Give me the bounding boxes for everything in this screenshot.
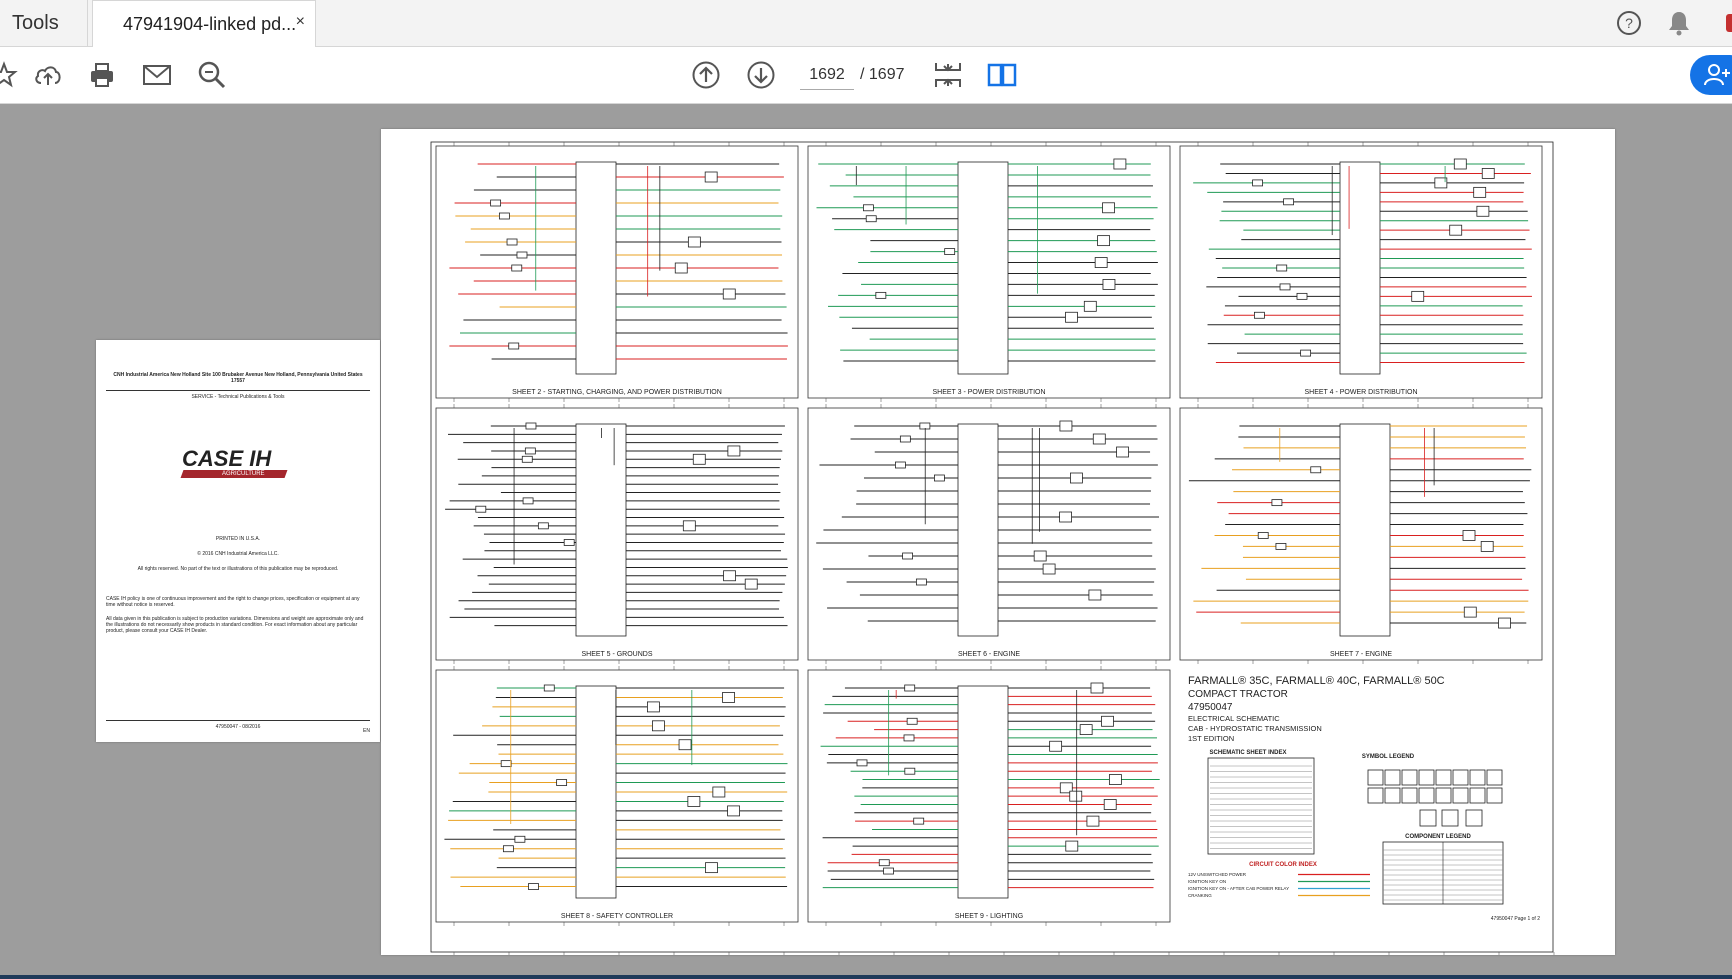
title-block-text: CAB - HYDROSTATIC TRANSMISSION [1188,724,1322,733]
tab-document[interactable]: 47941904-linked pd... × [92,0,316,47]
circuit-label: IGNITION KEY ON [1188,879,1226,884]
toolbar: 1692 / 1697 [0,47,1732,104]
sheet-index-title: SCHEMATIC SHEET INDEX [1210,750,1287,756]
circuit-index-title: CIRCUIT COLOR INDEX [1249,862,1317,868]
page-up-icon[interactable] [690,59,722,91]
symbol-legend-title: SYMBOL LEGEND [1362,754,1415,760]
cover-footer-code: 47950047 - 08/2016 [215,724,261,730]
title-block-text: 47950047 [1188,702,1233,713]
cover-footer-num: EN [363,728,370,734]
star-icon[interactable] [0,59,20,91]
share-button[interactable] [1690,55,1732,95]
cover-page: CNH Industrial America New Holland Site … [96,340,380,742]
cover-rights: All rights reserved. No part of the text… [137,566,339,572]
title-block-text: ELECTRICAL SCHEMATIC [1188,714,1280,723]
page-total: / 1697 [860,66,905,83]
circuit-label: IGNITION KEY ON - AFTER CAB POWER RELAY [1188,886,1289,891]
status-bar [0,975,1732,979]
zoom-search-icon[interactable] [196,59,228,91]
avatar[interactable] [1726,14,1732,32]
page-footer: 47950047 Page 1 of 2 [1491,916,1540,922]
logo-text: CASE IH [182,446,272,471]
title-block-text: 1ST EDITION [1188,734,1234,743]
case-ih-logo: CASE IH AGRICULTURE [180,446,288,484]
cover-dept: SERVICE - Technical Publications & Tools [191,394,285,400]
page-down-icon[interactable] [745,59,777,91]
panel-title: SHEET 5 - GROUNDS [581,651,652,658]
circuit-label: CRANKING [1188,893,1212,898]
panel-title: SHEET 6 - ENGINE [958,651,1020,658]
component-legend-title: COMPONENT LEGEND [1405,834,1471,840]
bell-icon[interactable] [1664,8,1694,38]
cover-data-note: All data given in this publication is su… [106,616,364,634]
title-block-text: FARMALL® 35C, FARMALL® 40C, FARMALL® 50C [1188,675,1445,687]
panel-title: SHEET 2 - STARTING, CHARGING, AND POWER … [512,389,722,396]
mail-icon[interactable] [141,59,173,91]
cover-copyright: © 2016 CNH Industrial America LLC. [197,551,279,557]
svg-text:?: ? [1625,15,1633,31]
page-number-input[interactable]: 1692 [800,61,854,90]
logo-sub: AGRICULTURE [222,471,265,477]
help-icon[interactable]: ? [1614,8,1644,38]
tab-bar: Tools 47941904-linked pd... × ? [0,0,1732,47]
tab-tools-label: Tools [12,11,59,34]
cover-policy: CASE IH policy is one of continuous impr… [106,596,360,608]
title-block-text: COMPACT TRACTOR [1188,689,1288,700]
print-icon[interactable] [86,59,118,91]
tab-document-label: 47941904-linked pd... [123,13,297,34]
panel-title: SHEET 4 - POWER DISTRIBUTION [1304,389,1417,396]
document-viewer[interactable]: CNH Industrial America New Holland Site … [0,104,1732,975]
two-page-view-icon[interactable] [986,59,1018,91]
panel-title: SHEET 3 - POWER DISTRIBUTION [932,389,1045,396]
cover-address: CNH Industrial America New Holland Site … [113,372,363,384]
panel-title: SHEET 7 - ENGINE [1330,651,1392,658]
close-tab-icon[interactable]: × [296,13,305,31]
schematic-drawing: SHEET 2 - STARTING, CHARGING, AND POWER … [430,141,1555,956]
cloud-upload-icon[interactable] [32,59,64,91]
circuit-label: 12V UNSWITCHED POWER [1188,872,1247,877]
add-person-icon [1704,64,1730,86]
tab-tools[interactable]: Tools [0,0,88,46]
cover-printed: PRINTED IN U.S.A. [215,536,261,542]
fit-page-icon[interactable] [932,59,964,91]
panel-title: SHEET 8 - SAFETY CONTROLLER [561,913,673,920]
panel-title: SHEET 9 - LIGHTING [955,913,1023,920]
schematic-page: SHEET 2 - STARTING, CHARGING, AND POWER … [381,129,1615,956]
